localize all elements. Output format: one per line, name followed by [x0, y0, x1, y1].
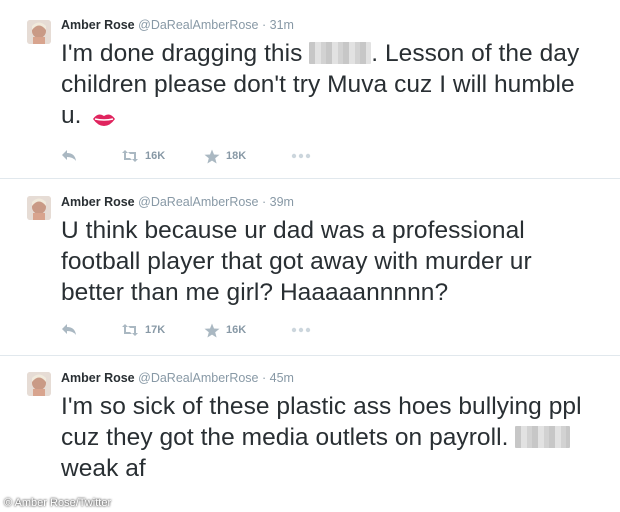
timestamp[interactable]: 31m	[270, 18, 294, 32]
retweet-icon	[122, 324, 138, 336]
censored-word	[309, 42, 372, 64]
timestamp[interactable]: 45m	[270, 371, 294, 385]
avatar[interactable]	[27, 20, 51, 44]
censored-word	[515, 426, 571, 448]
star-icon	[204, 323, 220, 337]
reply-icon	[62, 150, 76, 161]
author-handle[interactable]: @DaRealAmberRose	[138, 371, 258, 385]
tweet-text-part: I'm so sick of these plastic ass hoes bu…	[61, 393, 582, 451]
retweet-count: 17K	[145, 324, 166, 336]
retweet-count: 16K	[145, 150, 166, 162]
tweet-header: Amber Rose @DaRealAmberRose · 39m	[61, 193, 294, 211]
tweet-1: Amber Rose @DaRealAmberRose · 31m I'm do…	[0, 0, 620, 178]
avatar[interactable]	[27, 372, 51, 396]
tweet-text-part: weak af	[61, 455, 146, 482]
favorite-button[interactable]: 18K	[204, 146, 246, 166]
tweet-text: I'm done dragging this . Lesson of the d…	[61, 38, 601, 135]
more-dots-icon	[291, 327, 311, 333]
kiss-lips-icon	[92, 104, 116, 135]
reply-icon	[62, 324, 76, 335]
more-button[interactable]	[291, 146, 311, 166]
author-name[interactable]: Amber Rose	[61, 195, 135, 209]
tweet-2: Amber Rose @DaRealAmberRose · 39m U thin…	[0, 179, 620, 355]
image-credit: © Amber Rose/Twitter	[4, 497, 112, 509]
avatar[interactable]	[27, 196, 51, 220]
tweet-text-part: I'm done dragging this	[61, 40, 303, 67]
tweet-header: Amber Rose @DaRealAmberRose · 45m	[61, 369, 294, 387]
reply-button[interactable]	[61, 146, 77, 166]
author-name[interactable]: Amber Rose	[61, 371, 135, 385]
tweet-text: I'm so sick of these plastic ass hoes bu…	[61, 391, 601, 484]
separator: ·	[261, 18, 267, 32]
favorite-count: 16K	[226, 324, 247, 336]
tweet-header: Amber Rose @DaRealAmberRose · 31m	[61, 16, 294, 34]
tweet-text: U think because ur dad was a professiona…	[61, 217, 532, 306]
author-handle[interactable]: @DaRealAmberRose	[138, 18, 258, 32]
separator: ·	[261, 195, 267, 209]
favorite-count: 18K	[226, 150, 247, 162]
more-dots-icon	[291, 153, 311, 159]
favorite-button[interactable]: 16K	[204, 320, 246, 340]
tweet-3: Amber Rose @DaRealAmberRose · 45m I'm so…	[0, 356, 620, 512]
retweet-button[interactable]: 17K	[121, 320, 165, 340]
retweet-button[interactable]: 16K	[121, 146, 165, 166]
more-button[interactable]	[291, 320, 311, 340]
retweet-icon	[122, 150, 138, 162]
star-icon	[204, 149, 220, 163]
timestamp[interactable]: 39m	[270, 195, 294, 209]
separator: ·	[261, 371, 267, 385]
reply-button[interactable]	[61, 320, 77, 340]
author-name[interactable]: Amber Rose	[61, 18, 135, 32]
author-handle[interactable]: @DaRealAmberRose	[138, 195, 258, 209]
